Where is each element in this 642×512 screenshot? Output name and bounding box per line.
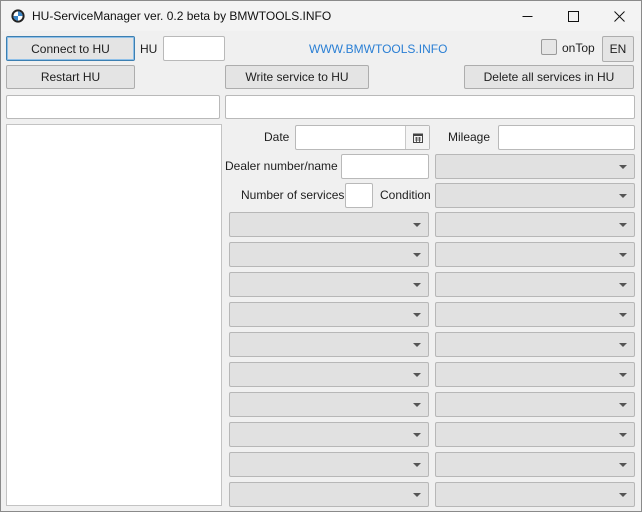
chevron-down-icon — [619, 343, 627, 347]
dealer-right-dropdown[interactable] — [435, 154, 635, 179]
hu-input[interactable] — [163, 36, 225, 61]
service-dropdown-left[interactable] — [229, 242, 429, 267]
maximize-icon — [567, 10, 579, 22]
mileage-input[interactable] — [498, 125, 635, 150]
dealer-input[interactable] — [341, 154, 429, 179]
condition-label: Condition — [380, 188, 431, 202]
status-field-left[interactable] — [6, 95, 220, 119]
service-dropdown-right[interactable] — [435, 392, 635, 417]
chevron-down-icon — [413, 343, 421, 347]
connect-button[interactable]: Connect to HU — [6, 36, 135, 61]
service-dropdown-right[interactable] — [435, 212, 635, 237]
minimize-button[interactable] — [504, 1, 550, 31]
chevron-down-icon — [413, 463, 421, 467]
chevron-down-icon — [413, 253, 421, 257]
maximize-button[interactable] — [550, 1, 596, 31]
service-dropdown-left[interactable] — [229, 362, 429, 387]
date-picker[interactable] — [295, 125, 430, 150]
chevron-down-icon — [619, 433, 627, 437]
service-dropdown-left[interactable] — [229, 392, 429, 417]
chevron-down-icon — [619, 403, 627, 407]
service-dropdown-right[interactable] — [435, 362, 635, 387]
chevron-down-icon — [413, 373, 421, 377]
num-services-input[interactable] — [345, 183, 373, 208]
service-dropdown-left[interactable] — [229, 422, 429, 447]
delete-services-button[interactable]: Delete all services in HU — [464, 65, 634, 89]
write-service-button[interactable]: Write service to HU — [225, 65, 369, 89]
condition-dropdown[interactable] — [435, 183, 635, 208]
service-dropdown-right[interactable] — [435, 452, 635, 477]
chevron-down-icon — [619, 463, 627, 467]
service-dropdown-left[interactable] — [229, 272, 429, 297]
main-window: HU-ServiceManager ver. 0.2 beta by BMWTO… — [0, 0, 642, 512]
calendar-button[interactable] — [405, 126, 429, 149]
chevron-down-icon — [413, 493, 421, 497]
date-label: Date — [264, 130, 290, 144]
window-title: HU-ServiceManager ver. 0.2 beta by BMWTO… — [32, 9, 332, 23]
service-dropdown-right[interactable] — [435, 272, 635, 297]
close-icon — [613, 10, 625, 22]
service-dropdown-right[interactable] — [435, 422, 635, 447]
chevron-down-icon — [619, 253, 627, 257]
service-dropdown-right[interactable] — [435, 242, 635, 267]
hu-label: HU — [140, 42, 158, 56]
ontop-label: onTop — [562, 41, 595, 55]
status-field-right[interactable] — [225, 95, 635, 119]
service-dropdown-left[interactable] — [229, 482, 429, 507]
services-list[interactable] — [6, 124, 222, 506]
service-dropdown-left[interactable] — [229, 452, 429, 477]
ontop-checkbox[interactable] — [541, 39, 557, 55]
chevron-down-icon — [619, 223, 627, 227]
service-dropdown-right[interactable] — [435, 302, 635, 327]
chevron-down-icon — [619, 194, 627, 198]
service-dropdown-left[interactable] — [229, 302, 429, 327]
title-bar[interactable]: HU-ServiceManager ver. 0.2 beta by BMWTO… — [1, 1, 641, 31]
chevron-down-icon — [413, 223, 421, 227]
mileage-label: Mileage — [448, 130, 491, 144]
num-services-label: Number of services — [241, 188, 345, 202]
restart-button[interactable]: Restart HU — [6, 65, 135, 89]
service-dropdown-right[interactable] — [435, 482, 635, 507]
language-button[interactable]: EN — [602, 36, 634, 62]
chevron-down-icon — [619, 313, 627, 317]
minimize-icon — [522, 15, 532, 17]
chevron-down-icon — [413, 403, 421, 407]
calendar-icon — [412, 133, 423, 143]
bmw-logo-icon — [11, 9, 25, 23]
service-dropdown-left[interactable] — [229, 212, 429, 237]
chevron-down-icon — [619, 165, 627, 169]
dealer-label: Dealer number/name — [225, 159, 338, 173]
chevron-down-icon — [619, 493, 627, 497]
chevron-down-icon — [619, 283, 627, 287]
service-dropdown-left[interactable] — [229, 332, 429, 357]
service-dropdown-right[interactable] — [435, 332, 635, 357]
chevron-down-icon — [413, 433, 421, 437]
chevron-down-icon — [619, 373, 627, 377]
chevron-down-icon — [413, 313, 421, 317]
close-button[interactable] — [596, 1, 642, 31]
website-link[interactable]: WWW.BMWTOOLS.INFO — [309, 42, 447, 56]
chevron-down-icon — [413, 283, 421, 287]
